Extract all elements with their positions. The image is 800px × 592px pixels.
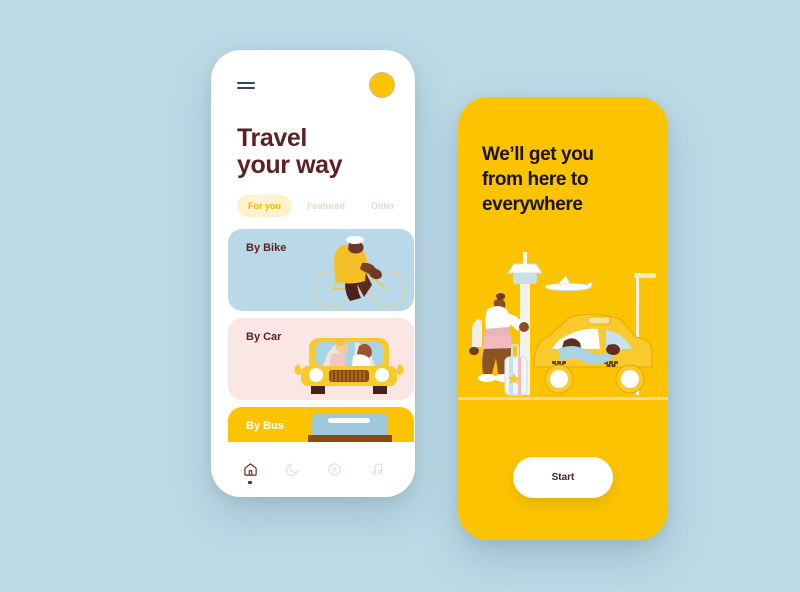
card-by-car-label: By Car: [246, 331, 282, 343]
home-icon: [243, 463, 257, 476]
card-by-bus-label: By Bus: [246, 420, 284, 432]
page-title: Travel your way: [237, 125, 402, 179]
screen-canvas: Travel your way For you Featured Older B…: [0, 0, 800, 592]
nav-music[interactable]: [363, 455, 389, 485]
nav-active-indicator: [248, 480, 252, 484]
car-front-illustration: [294, 338, 404, 394]
bottom-nav-bar: [211, 442, 415, 497]
menu-line: [237, 87, 255, 89]
onboarding-headline: We’ll get you from here to everywhere: [482, 142, 652, 217]
menu-line: [237, 82, 255, 84]
onboarding-headline-line2: from here to: [482, 169, 589, 190]
page-title-line2: your way: [237, 151, 343, 179]
left-phone-mockup: Travel your way For you Featured Older B…: [211, 50, 415, 497]
nav-home[interactable]: [237, 455, 263, 485]
compass-icon: [327, 463, 341, 476]
onboarding-headline-line1: We’ll get you: [482, 144, 594, 165]
tab-older[interactable]: Older: [360, 195, 406, 217]
tab-for-you[interactable]: For you: [237, 195, 292, 217]
music-note-icon: [370, 463, 382, 476]
right-phone-mockup: We’ll get you from here to everywhere St…: [458, 97, 668, 540]
airport-taxi-traveler-illustration: [458, 252, 668, 400]
start-button[interactable]: Start: [513, 457, 613, 498]
card-by-car[interactable]: By Car: [228, 318, 414, 400]
nav-compass[interactable]: [321, 455, 347, 485]
card-by-bike[interactable]: By Bike: [228, 229, 414, 311]
left-phone-topbar: [211, 72, 415, 106]
nav-moon[interactable]: [279, 455, 305, 485]
avatar[interactable]: [369, 72, 395, 98]
cyclist-illustration: [313, 236, 406, 308]
tab-featured[interactable]: Featured: [296, 195, 356, 217]
hamburger-menu-icon[interactable]: [237, 82, 255, 91]
moon-icon: [285, 463, 299, 476]
page-title-line1: Travel: [237, 124, 307, 152]
onboarding-headline-line3: everywhere: [482, 194, 583, 215]
tab-bar: For you Featured Older: [237, 195, 406, 217]
card-by-bike-label: By Bike: [246, 242, 287, 254]
